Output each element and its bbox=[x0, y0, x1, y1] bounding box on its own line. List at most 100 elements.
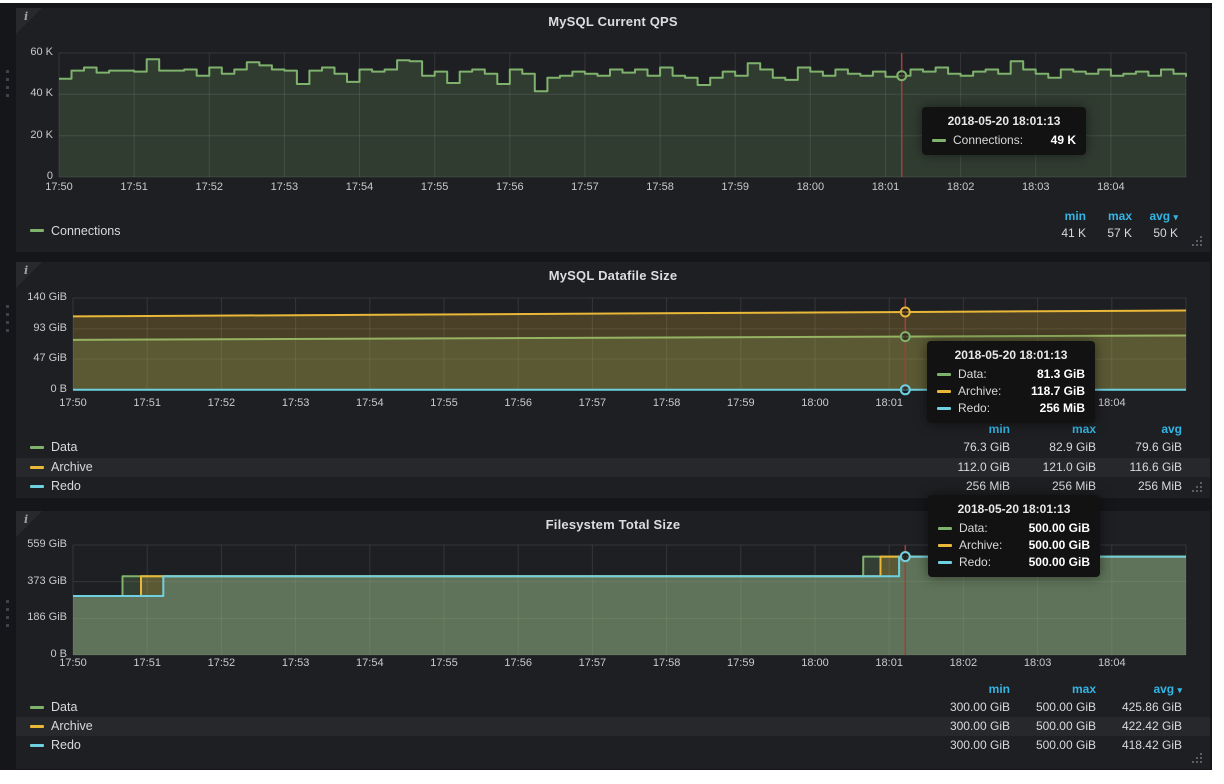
x-tick-label: 17:50 bbox=[35, 181, 83, 193]
y-tick-label: 373 GiB bbox=[17, 575, 67, 587]
x-tick-label: 18:01 bbox=[865, 657, 913, 669]
x-tick-label: 17:56 bbox=[494, 657, 542, 669]
series-color-dash bbox=[30, 706, 44, 709]
stat-min-value: 256 MiB bbox=[924, 477, 1010, 496]
stat-avg-value: 422.42 GiB bbox=[1096, 717, 1182, 736]
legend-row-data: Data 300.00 GiB500.00 GiB425.86 GiB bbox=[16, 698, 1210, 717]
legend-item-redo[interactable]: Redo bbox=[30, 736, 81, 755]
legend-item-connections[interactable]: Connections bbox=[30, 223, 121, 238]
panel-drag-handle[interactable] bbox=[6, 305, 9, 308]
panel-title[interactable]: MySQL Datafile Size bbox=[16, 268, 1210, 283]
x-tick-label: 17:52 bbox=[185, 181, 233, 193]
stat-max-value: 500.00 GiB bbox=[1010, 736, 1096, 755]
tooltip-timestamp: 2018-05-20 18:01:13 bbox=[937, 348, 1085, 362]
stat-header-avg[interactable]: avg bbox=[1096, 421, 1182, 438]
series-color-dash bbox=[937, 373, 951, 376]
stat-header-max[interactable]: max bbox=[1010, 681, 1096, 697]
chart-tooltip-qps: 2018-05-20 18:01:13 Connections: 49 K bbox=[922, 107, 1086, 155]
series-color-dash bbox=[937, 390, 951, 393]
stat-max-value: 121.0 GiB bbox=[1010, 458, 1096, 477]
panel-title[interactable]: MySQL Current QPS bbox=[16, 14, 1210, 29]
x-tick-label: 18:00 bbox=[791, 397, 839, 409]
y-tick-label: 0 B bbox=[17, 383, 67, 395]
x-tick-label: 18:03 bbox=[1012, 181, 1060, 193]
tooltip-value: 256 MiB bbox=[1028, 401, 1085, 415]
tooltip-value: 500.00 GiB bbox=[1017, 538, 1090, 552]
legend-row-redo: Redo 300.00 GiB500.00 GiB418.42 GiB bbox=[16, 736, 1210, 755]
legend-label: Redo bbox=[51, 477, 81, 496]
stat-avg-value: 425.86 GiB bbox=[1096, 698, 1182, 717]
x-tick-label: 17:59 bbox=[717, 657, 765, 669]
tooltip-timestamp: 2018-05-20 18:01:13 bbox=[932, 114, 1076, 128]
legend-label: Connections bbox=[51, 224, 121, 238]
tooltip-value: 49 K bbox=[1039, 133, 1076, 147]
series-color-dash bbox=[938, 527, 952, 530]
legend-item-archive[interactable]: Archive bbox=[30, 717, 93, 736]
stat-min-value: 300.00 GiB bbox=[924, 717, 1010, 736]
x-tick-label: 18:04 bbox=[1087, 181, 1135, 193]
legend-label: Archive bbox=[51, 717, 93, 736]
stat-min-value: 76.3 GiB bbox=[924, 438, 1010, 457]
x-tick-label: 17:52 bbox=[197, 397, 245, 409]
legend-row-archive: Archive 112.0 GiB121.0 GiB116.6 GiB bbox=[16, 458, 1210, 477]
stat-max-value: 82.9 GiB bbox=[1010, 438, 1096, 457]
legend-label: Data bbox=[51, 698, 77, 717]
x-tick-label: 17:55 bbox=[411, 181, 459, 193]
panel-resize-handle[interactable] bbox=[1200, 761, 1202, 763]
series-color-dash bbox=[30, 446, 44, 449]
tooltip-series-label: Archive: bbox=[958, 384, 1001, 398]
tooltip-series-label: Archive: bbox=[959, 538, 1002, 552]
stat-header-min[interactable]: min bbox=[924, 421, 1010, 437]
stats-header-row: minmaxavg ▾ bbox=[924, 681, 1182, 697]
chart-tooltip-datafile: 2018-05-20 18:01:13 Data: 81.3 GiB Archi… bbox=[927, 341, 1095, 423]
sort-caret-icon: ▾ bbox=[1177, 685, 1182, 695]
stat-max-value: 57 K bbox=[1086, 226, 1132, 241]
stat-header-max[interactable]: max bbox=[1010, 421, 1096, 437]
legend-item-redo[interactable]: Redo bbox=[30, 477, 81, 496]
tooltip-row: Data: 500.00 GiB bbox=[938, 521, 1090, 535]
series-color-dash bbox=[30, 229, 44, 232]
y-tick-label: 93 GiB bbox=[17, 322, 67, 334]
stat-min-value: 112.0 GiB bbox=[924, 458, 1010, 477]
x-tick-label: 17:57 bbox=[568, 397, 616, 409]
x-tick-label: 18:00 bbox=[786, 181, 834, 193]
stat-avg-value: 418.42 GiB bbox=[1096, 736, 1182, 755]
stat-header-max[interactable]: max bbox=[1086, 209, 1132, 224]
y-tick-label: 60 K bbox=[3, 46, 53, 58]
stats-header-row: minmaxavg ▾ bbox=[1040, 208, 1178, 225]
legend-item-archive[interactable]: Archive bbox=[30, 458, 93, 477]
x-tick-label: 17:55 bbox=[420, 657, 468, 669]
grafana-dashboard: i MySQL Current QPS Connections minmaxav… bbox=[0, 3, 1212, 770]
x-tick-label: 17:57 bbox=[568, 657, 616, 669]
tooltip-row: Archive: 500.00 GiB bbox=[938, 538, 1090, 552]
stat-min-value: 300.00 GiB bbox=[924, 698, 1010, 717]
x-tick-label: 18:01 bbox=[865, 397, 913, 409]
panel-resize-handle[interactable] bbox=[1200, 244, 1202, 246]
stats-values: 256 MiB256 MiB256 MiB bbox=[924, 477, 1182, 496]
x-tick-label: 18:01 bbox=[861, 181, 909, 193]
tooltip-row: Connections: 49 K bbox=[932, 133, 1076, 147]
x-tick-label: 17:53 bbox=[272, 397, 320, 409]
legend-item-data[interactable]: Data bbox=[30, 438, 77, 457]
stat-header-avg[interactable]: avg ▾ bbox=[1132, 209, 1178, 225]
x-tick-label: 17:55 bbox=[420, 397, 468, 409]
tooltip-value: 118.7 GiB bbox=[1019, 384, 1085, 398]
stat-max-value: 500.00 GiB bbox=[1010, 698, 1096, 717]
panel-drag-handle[interactable] bbox=[6, 600, 9, 603]
panel-resize-handle[interactable] bbox=[1200, 490, 1202, 492]
stats-header-row: minmaxavg bbox=[924, 421, 1182, 437]
stat-header-min[interactable]: min bbox=[1040, 209, 1086, 224]
tooltip-value: 500.00 GiB bbox=[1017, 555, 1090, 569]
series-color-dash bbox=[30, 466, 44, 469]
y-tick-label: 0 B bbox=[17, 648, 67, 660]
stat-avg-value: 116.6 GiB bbox=[1096, 458, 1182, 477]
stat-header-min[interactable]: min bbox=[924, 681, 1010, 697]
legend-item-data[interactable]: Data bbox=[30, 698, 77, 717]
stat-header-avg[interactable]: avg ▾ bbox=[1096, 681, 1182, 698]
x-tick-label: 17:53 bbox=[260, 181, 308, 193]
x-tick-label: 17:51 bbox=[123, 657, 171, 669]
x-tick-label: 17:53 bbox=[272, 657, 320, 669]
stat-max-value: 256 MiB bbox=[1010, 477, 1096, 496]
x-tick-label: 18:02 bbox=[937, 181, 985, 193]
panel-drag-handle[interactable] bbox=[6, 70, 9, 73]
